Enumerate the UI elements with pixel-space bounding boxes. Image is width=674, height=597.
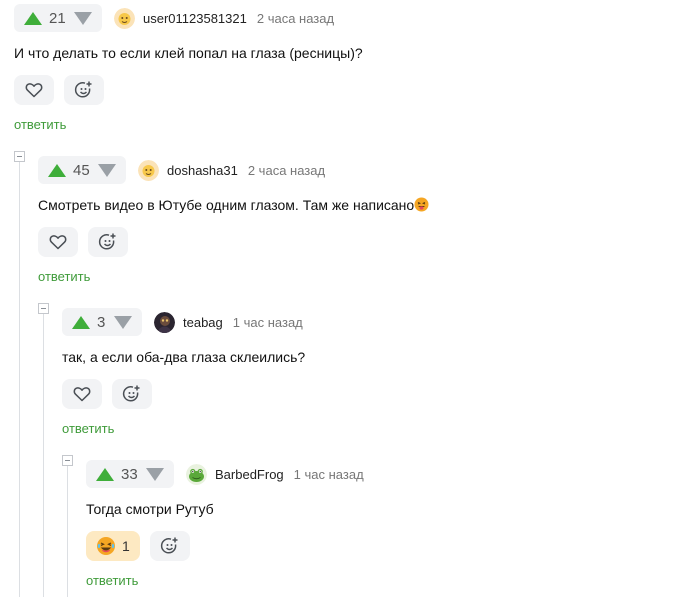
laughing-emoji-icon: [96, 536, 116, 556]
tongue-emoji-icon: [414, 197, 429, 215]
comment-header: 45 doshasha31 2 часа назад: [38, 156, 325, 184]
avatar[interactable]: [138, 159, 159, 181]
reply-link[interactable]: ответить: [38, 269, 90, 284]
vote-widget: 33: [86, 460, 174, 488]
comment-actions: [38, 227, 128, 257]
username[interactable]: teabag: [183, 315, 223, 330]
downvote-icon[interactable]: [146, 467, 164, 481]
vote-count: 33: [121, 465, 138, 483]
upvote-icon[interactable]: [96, 467, 114, 481]
upvote-icon[interactable]: [48, 163, 66, 177]
reply-link[interactable]: ответить: [62, 421, 114, 436]
timestamp[interactable]: 1 час назад: [233, 315, 303, 330]
collapse-icon[interactable]: [14, 151, 25, 162]
heart-icon: [49, 235, 67, 250]
username[interactable]: BarbedFrog: [215, 467, 284, 482]
add-reaction-button[interactable]: [88, 227, 128, 257]
like-button[interactable]: [14, 75, 54, 105]
downvote-icon[interactable]: [98, 163, 116, 177]
username[interactable]: doshasha31: [167, 163, 238, 178]
add-reaction-button[interactable]: [112, 379, 152, 409]
add-reaction-icon: [74, 81, 92, 98]
vote-count: 3: [97, 313, 106, 331]
vote-widget: 45: [38, 156, 126, 184]
timestamp[interactable]: 1 час назад: [294, 467, 364, 482]
timestamp[interactable]: 2 часа назад: [248, 163, 325, 178]
downvote-icon[interactable]: [74, 11, 92, 25]
comment-actions: 1: [86, 531, 190, 561]
add-reaction-icon: [122, 385, 140, 402]
vote-count: 45: [73, 161, 90, 179]
add-reaction-icon: [98, 233, 116, 250]
heart-icon: [25, 83, 43, 98]
avatar[interactable]: [114, 7, 135, 29]
comment-text: так, а если оба-два глаза склеились?: [62, 349, 306, 365]
heart-icon: [73, 387, 91, 402]
username[interactable]: user01123581321: [143, 11, 247, 26]
timestamp[interactable]: 2 часа назад: [257, 11, 334, 26]
like-button[interactable]: [38, 227, 78, 257]
downvote-icon[interactable]: [114, 315, 132, 329]
vote-widget: 3: [62, 308, 142, 336]
reply-link[interactable]: ответить: [86, 573, 138, 588]
comment-actions: [14, 75, 104, 105]
comment-text-content: Смотреть видео в Ютубе одним глазом. Там…: [38, 197, 415, 213]
collapse-icon[interactable]: [38, 303, 49, 314]
add-reaction-icon: [160, 537, 178, 554]
comment-text: Тогда смотри Рутуб: [86, 501, 214, 517]
avatar[interactable]: [186, 463, 207, 485]
reply-link[interactable]: ответить: [14, 117, 66, 132]
comment-text: Смотреть видео в Ютубе одним глазом. Там…: [38, 197, 429, 215]
laugh-reaction-button[interactable]: 1: [86, 531, 140, 561]
avatar[interactable]: [154, 311, 175, 333]
upvote-icon[interactable]: [24, 11, 42, 25]
add-reaction-button[interactable]: [149, 531, 190, 561]
like-button[interactable]: [62, 379, 102, 409]
vote-count: 21: [49, 9, 66, 27]
thread-line: [43, 314, 44, 597]
add-reaction-button[interactable]: [64, 75, 104, 105]
comment-text: И что делать то если клей попал на глаза…: [14, 45, 363, 61]
vote-widget: 21: [14, 4, 102, 32]
collapse-icon[interactable]: [62, 455, 73, 466]
comment-actions: [62, 379, 152, 409]
comment-header: 3 teabag 1 час назад: [62, 308, 303, 336]
upvote-icon[interactable]: [72, 315, 90, 329]
reaction-count: 1: [122, 538, 130, 554]
thread-line: [19, 162, 20, 597]
thread-line: [67, 466, 68, 597]
comment-header: 21 user01123581321 2 часа назад: [14, 4, 334, 32]
comment-header: 33 BarbedFrog 1 час назад: [86, 460, 364, 488]
